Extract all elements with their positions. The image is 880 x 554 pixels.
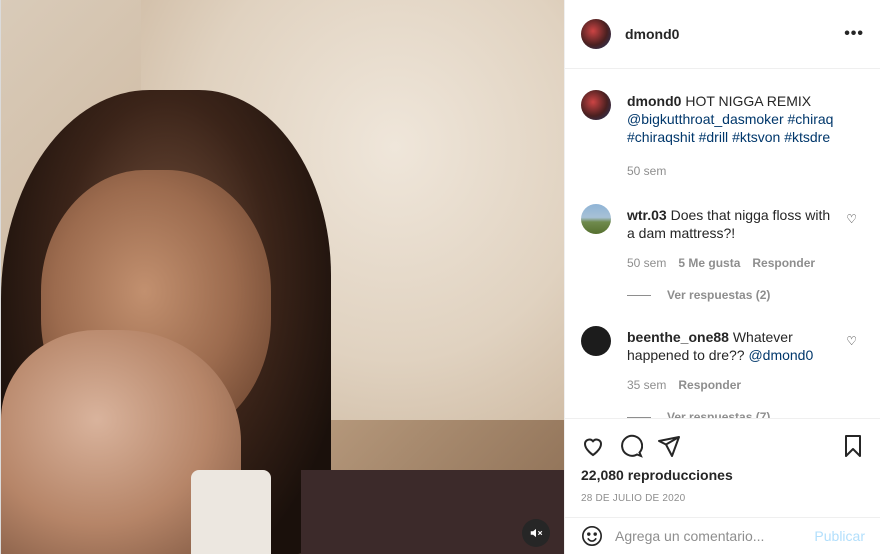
comment-mention[interactable]: @dmond0 xyxy=(748,347,813,363)
comment-username[interactable]: wtr.03 xyxy=(627,207,667,223)
reply-button[interactable]: Responder xyxy=(752,254,815,272)
comment-input[interactable] xyxy=(615,528,805,544)
view-replies-button[interactable]: Ver respuestas (2) xyxy=(627,288,865,302)
reply-button[interactable]: Responder xyxy=(678,376,741,394)
comment-username[interactable]: beenthe_one88 xyxy=(627,329,729,345)
avatar[interactable] xyxy=(581,19,611,49)
heart-icon[interactable]: ♡ xyxy=(846,334,857,348)
avatar[interactable] xyxy=(581,326,611,356)
caption-time[interactable]: 50 sem xyxy=(627,162,666,180)
caption-tag[interactable]: #chiraq xyxy=(788,111,834,127)
post-dialog: dmond0 ••• dmond0 HOT NIGGA REMIX @bigku… xyxy=(0,0,880,554)
view-replies-label: Ver respuestas (7) xyxy=(667,410,771,418)
view-replies-button[interactable]: Ver respuestas (7) xyxy=(627,410,865,418)
caption-username[interactable]: dmond0 xyxy=(627,93,681,109)
list-item: beenthe_one88 Whatever happened to dre??… xyxy=(581,326,865,394)
list-item: wtr.03 Does that nigga floss with a dam … xyxy=(581,204,865,272)
caption-tag[interactable]: @bigkutthroat_dasmoker xyxy=(627,111,784,127)
video-cup xyxy=(191,470,271,554)
post-header: dmond0 ••• xyxy=(565,0,880,69)
post-actions: 22,080 reproducciones 28 DE JULIO DE 202… xyxy=(565,418,880,504)
caption-text: HOT NIGGA REMIX xyxy=(685,93,812,109)
more-icon[interactable]: ••• xyxy=(844,25,864,43)
emoji-icon[interactable] xyxy=(581,525,603,547)
caption-tag[interactable]: #drill xyxy=(699,129,729,145)
comment-composer: Publicar xyxy=(565,517,880,554)
post-date[interactable]: 28 DE JULIO DE 2020 xyxy=(581,493,865,504)
post-sidebar: dmond0 ••• dmond0 HOT NIGGA REMIX @bigku… xyxy=(564,0,880,554)
heart-icon[interactable] xyxy=(581,434,605,458)
comments-list[interactable]: dmond0 HOT NIGGA REMIX @bigkutthroat_das… xyxy=(565,70,880,418)
share-icon[interactable] xyxy=(657,434,681,458)
avatar[interactable] xyxy=(581,90,611,120)
comment-icon[interactable] xyxy=(619,434,643,458)
avatar[interactable] xyxy=(581,204,611,234)
bookmark-icon[interactable] xyxy=(841,434,865,458)
comment-time[interactable]: 35 sem xyxy=(627,376,666,394)
caption-tag[interactable]: #chiraqshit xyxy=(627,129,695,145)
caption-tag[interactable]: #ktsvon xyxy=(732,129,780,145)
header-username[interactable]: dmond0 xyxy=(625,26,679,42)
view-replies-label: Ver respuestas (2) xyxy=(667,288,771,302)
caption-tag[interactable]: #ktsdre xyxy=(784,129,830,145)
video-player[interactable] xyxy=(1,0,564,554)
comment-likes[interactable]: 5 Me gusta xyxy=(678,254,740,272)
divider xyxy=(627,294,651,296)
mute-icon[interactable] xyxy=(522,519,550,547)
post-button[interactable]: Publicar xyxy=(814,528,865,544)
heart-icon[interactable]: ♡ xyxy=(846,212,857,226)
view-count[interactable]: 22,080 reproducciones xyxy=(581,467,865,483)
caption: dmond0 HOT NIGGA REMIX @bigkutthroat_das… xyxy=(581,90,865,180)
comment-time[interactable]: 50 sem xyxy=(627,254,666,272)
